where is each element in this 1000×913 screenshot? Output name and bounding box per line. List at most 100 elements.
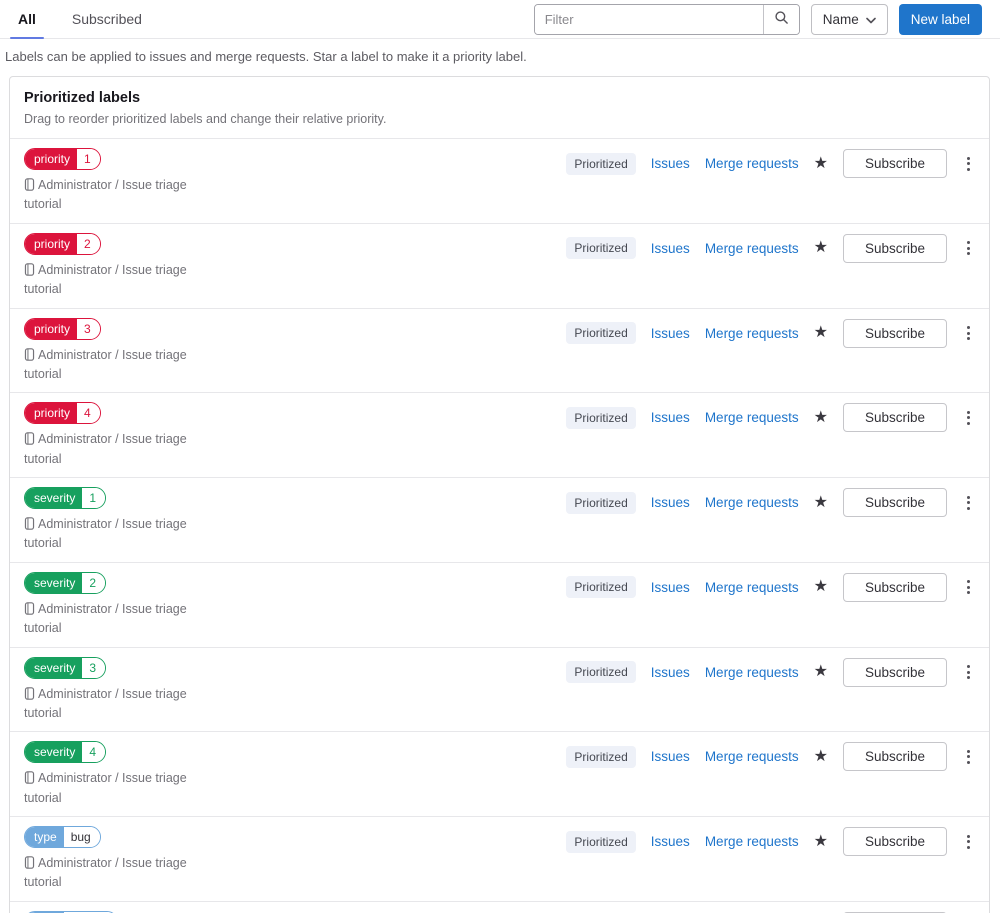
merge-requests-link[interactable]: Merge requests bbox=[705, 410, 799, 425]
label-badge[interactable]: severity 2 bbox=[24, 571, 107, 594]
label-row-left: severity 3 Administrator / Issue triage … bbox=[24, 656, 224, 724]
label-actions-menu-button[interactable] bbox=[962, 492, 975, 514]
label-value: 1 bbox=[82, 488, 106, 508]
label-row-actions: Prioritized Issues Merge requests ★ Subs… bbox=[566, 572, 975, 602]
project-link[interactable]: Administrator / Issue triage tutorial bbox=[24, 346, 224, 385]
subscribe-button[interactable]: Subscribe bbox=[842, 318, 947, 348]
issues-link[interactable]: Issues bbox=[651, 495, 690, 510]
issues-link[interactable]: Issues bbox=[651, 326, 690, 341]
star-button[interactable]: ★ bbox=[814, 155, 828, 172]
issues-link[interactable]: Issues bbox=[651, 749, 690, 764]
issues-link[interactable]: Issues bbox=[651, 834, 690, 849]
subscribe-button[interactable]: Subscribe bbox=[842, 742, 947, 772]
search-button[interactable] bbox=[762, 4, 799, 34]
filter-input[interactable] bbox=[534, 4, 763, 34]
label-scope: priority bbox=[25, 233, 78, 254]
label-actions-menu-button[interactable] bbox=[962, 407, 975, 429]
project-link[interactable]: Administrator / Issue triage tutorial bbox=[24, 176, 224, 215]
prioritized-badge: Prioritized bbox=[566, 406, 636, 429]
star-button[interactable]: ★ bbox=[814, 240, 828, 256]
merge-requests-link[interactable]: Merge requests bbox=[705, 749, 799, 764]
subscribe-button[interactable]: Subscribe bbox=[842, 657, 947, 687]
label-actions-menu-button[interactable] bbox=[962, 831, 975, 853]
merge-requests-link[interactable]: Merge requests bbox=[705, 241, 799, 256]
labels-toolbar: All Subscribed Name New label bbox=[0, 0, 1000, 39]
label-actions-menu-button[interactable] bbox=[962, 746, 975, 768]
star-button[interactable]: ★ bbox=[814, 833, 828, 850]
issues-link[interactable]: Issues bbox=[651, 580, 690, 595]
label-scope: priority bbox=[25, 149, 78, 169]
tab-all[interactable]: All bbox=[10, 0, 44, 39]
issues-link[interactable]: Issues bbox=[651, 156, 690, 171]
new-label-button[interactable]: New label bbox=[898, 3, 982, 35]
label-row-actions: Prioritized Issues Merge requests ★ Subs… bbox=[566, 318, 975, 348]
star-button[interactable]: ★ bbox=[814, 579, 828, 595]
search-icon bbox=[774, 10, 789, 28]
project-link[interactable]: Administrator / Issue triage tutorial bbox=[24, 685, 224, 724]
subscribe-button[interactable]: Subscribe bbox=[842, 149, 947, 178]
star-button[interactable]: ★ bbox=[814, 748, 828, 765]
label-badge[interactable]: priority 1 bbox=[24, 148, 101, 170]
label-badge[interactable]: priority 3 bbox=[24, 317, 101, 340]
project-icon bbox=[24, 771, 35, 785]
prioritized-badge: Prioritized bbox=[566, 830, 636, 853]
label-row-left: severity 1 Administrator / Issue triage … bbox=[24, 487, 224, 554]
subscribe-button[interactable]: Subscribe bbox=[842, 488, 947, 517]
project-link[interactable]: Administrator / Issue triage tutorial bbox=[24, 261, 224, 300]
project-link[interactable]: Administrator / Issue triage tutorial bbox=[24, 430, 224, 469]
merge-requests-link[interactable]: Merge requests bbox=[705, 665, 799, 680]
label-row-left: priority 1 Administrator / Issue triage … bbox=[24, 148, 224, 215]
merge-requests-link[interactable]: Merge requests bbox=[705, 580, 799, 595]
merge-requests-link[interactable]: Merge requests bbox=[705, 834, 799, 849]
label-badge[interactable]: priority 4 bbox=[24, 402, 101, 425]
project-name: Administrator / Issue triage tutorial bbox=[24, 601, 187, 636]
star-button[interactable]: ★ bbox=[814, 409, 828, 426]
label-badge[interactable]: type bug bbox=[24, 826, 101, 848]
star-button[interactable]: ★ bbox=[814, 325, 828, 341]
label-badge[interactable]: priority 2 bbox=[24, 232, 101, 255]
tab-subscribed[interactable]: Subscribed bbox=[64, 0, 150, 38]
label-value: 3 bbox=[77, 318, 100, 339]
label-actions-menu-button[interactable] bbox=[962, 237, 975, 259]
label-row-left: priority 3 Administrator / Issue triage … bbox=[24, 317, 224, 385]
ellipsis-icon bbox=[967, 241, 970, 245]
subscribe-button[interactable]: Subscribe bbox=[842, 827, 947, 856]
subscribe-button[interactable]: Subscribe bbox=[842, 403, 947, 433]
label-row-left: severity 4 Administrator / Issue triage … bbox=[24, 741, 224, 808]
label-row: severity 1 Administrator / Issue triage … bbox=[10, 478, 989, 563]
label-row-actions: Prioritized Issues Merge requests ★ Subs… bbox=[566, 488, 975, 517]
label-badge[interactable]: severity 4 bbox=[24, 741, 107, 764]
issues-link[interactable]: Issues bbox=[651, 665, 690, 680]
project-link[interactable]: Administrator / Issue triage tutorial bbox=[24, 854, 224, 893]
subscribe-button[interactable]: Subscribe bbox=[842, 572, 947, 602]
ellipsis-icon bbox=[967, 665, 970, 668]
project-link[interactable]: Administrator / Issue triage tutorial bbox=[24, 515, 224, 554]
label-list: priority 1 Administrator / Issue triage … bbox=[10, 139, 989, 913]
label-row: priority 2 Administrator / Issue triage … bbox=[10, 224, 989, 309]
ellipsis-icon bbox=[967, 410, 970, 414]
label-row: severity 4 Administrator / Issue triage … bbox=[10, 732, 989, 817]
label-actions-menu-button[interactable] bbox=[962, 576, 975, 598]
subscribe-button[interactable]: Subscribe bbox=[842, 233, 947, 263]
project-name: Administrator / Issue triage tutorial bbox=[24, 856, 187, 890]
prioritized-labels-card: Prioritized labels Drag to reorder prior… bbox=[9, 76, 990, 913]
sort-dropdown[interactable]: Name bbox=[810, 3, 888, 35]
prioritized-badge: Prioritized bbox=[566, 491, 636, 514]
issues-link[interactable]: Issues bbox=[651, 410, 690, 425]
label-actions-menu-button[interactable] bbox=[962, 153, 975, 175]
label-row-left: priority 4 Administrator / Issue triage … bbox=[24, 402, 224, 469]
star-button[interactable]: ★ bbox=[814, 664, 828, 680]
label-actions-menu-button[interactable] bbox=[962, 322, 975, 344]
merge-requests-link[interactable]: Merge requests bbox=[705, 495, 799, 510]
label-badge[interactable]: severity 1 bbox=[24, 487, 107, 509]
project-name: Administrator / Issue triage tutorial bbox=[24, 262, 187, 297]
label-actions-menu-button[interactable] bbox=[962, 661, 975, 683]
star-button[interactable]: ★ bbox=[814, 494, 828, 511]
merge-requests-link[interactable]: Merge requests bbox=[705, 326, 799, 341]
label-row-left: priority 2 Administrator / Issue triage … bbox=[24, 232, 224, 300]
issues-link[interactable]: Issues bbox=[651, 241, 690, 256]
project-link[interactable]: Administrator / Issue triage tutorial bbox=[24, 769, 224, 808]
label-badge[interactable]: severity 3 bbox=[24, 656, 107, 679]
merge-requests-link[interactable]: Merge requests bbox=[705, 156, 799, 171]
project-link[interactable]: Administrator / Issue triage tutorial bbox=[24, 600, 224, 639]
